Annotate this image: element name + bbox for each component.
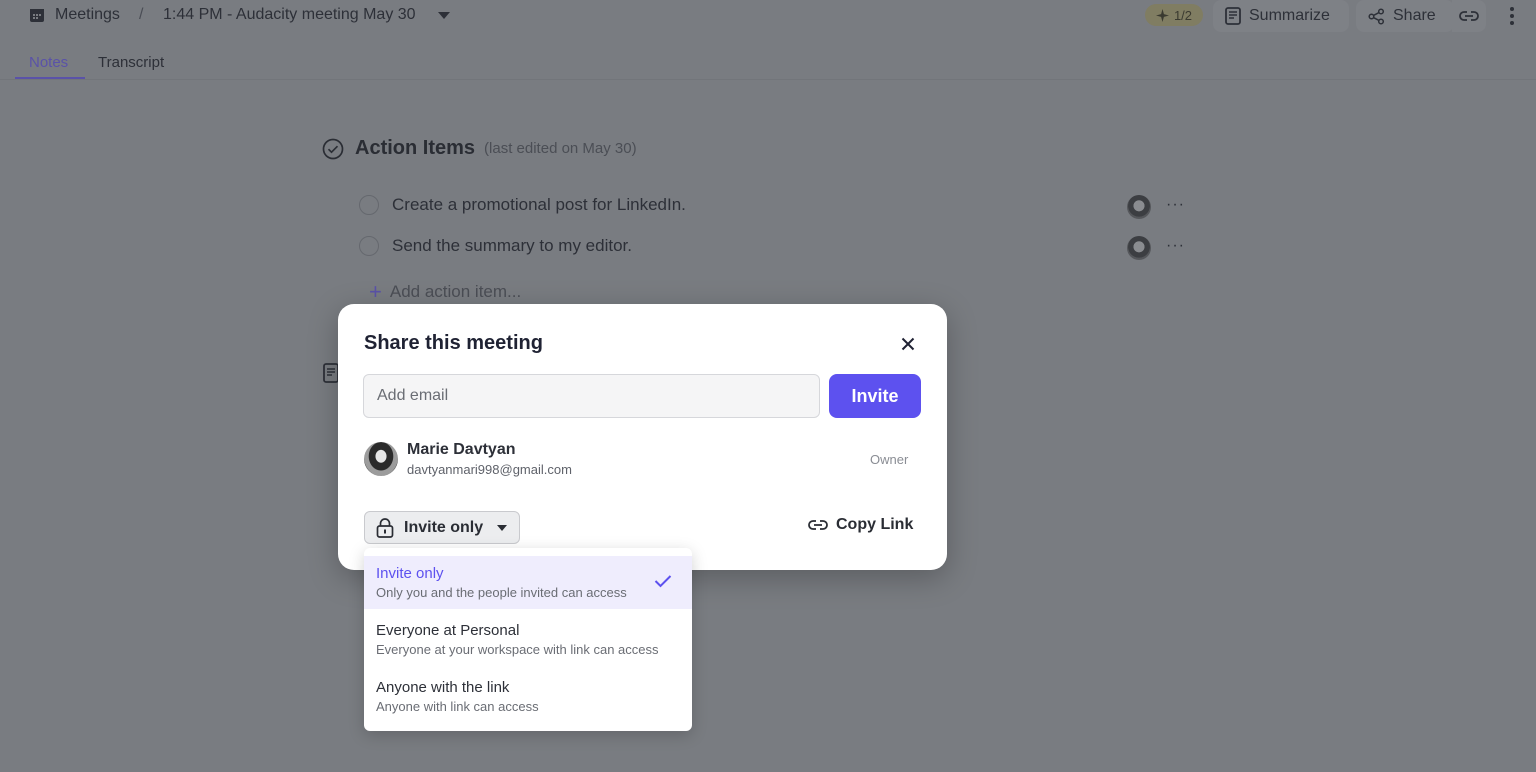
- tab-bar: Notes Transcript: [0, 50, 1536, 80]
- ai-credits-count: 1/2: [1173, 7, 1193, 23]
- option-label: Invite only: [376, 565, 444, 582]
- notes-section-icon: [323, 363, 339, 383]
- member-role: Owner: [870, 452, 909, 467]
- action-item: Create a promotional post for LinkedIn.: [359, 195, 686, 215]
- checkmark-icon: [654, 575, 672, 588]
- modal-title: Share this meeting: [364, 332, 543, 354]
- share-label: Share: [1393, 7, 1436, 24]
- close-button[interactable]: [898, 334, 918, 354]
- document-icon: [1225, 7, 1241, 25]
- more-options-icon[interactable]: [1503, 5, 1521, 27]
- action-items-header: Action Items (last edited on May 30): [322, 137, 637, 160]
- copy-link-header-button[interactable]: [1452, 0, 1486, 32]
- invite-button[interactable]: Invite: [829, 374, 921, 418]
- sparkle-icon: [1155, 8, 1169, 22]
- close-icon: [901, 337, 915, 351]
- add-action-item-label: Add action item...: [389, 282, 522, 301]
- action-item: Send the summary to my editor.: [359, 236, 632, 256]
- member-email: davtyanmari998@gmail.com: [407, 462, 572, 477]
- lock-icon: [376, 517, 394, 538]
- action-items-title: Action Items: [355, 137, 476, 159]
- check-circle-icon: [322, 138, 344, 159]
- share-button[interactable]: Share: [1356, 0, 1454, 32]
- member-name: Marie Davtyan: [407, 441, 516, 458]
- link-icon: [1459, 11, 1479, 21]
- share-meeting-modal: Share this meeting Invite Marie Davtyan …: [338, 304, 947, 570]
- option-description: Everyone at your workspace with link can…: [376, 642, 659, 657]
- breadcrumb-meetings[interactable]: Meetings: [55, 6, 120, 24]
- action-item-text[interactable]: Send the summary to my editor.: [392, 236, 632, 256]
- top-bar: Meetings / 1:44 PM - Audacity meeting Ma…: [0, 0, 1536, 32]
- calendar-icon: [30, 9, 44, 22]
- summarize-label: Summarize: [1249, 7, 1330, 24]
- add-action-item-button[interactable]: + Add action item...: [369, 279, 521, 305]
- assignee-avatar[interactable]: [1127, 195, 1151, 219]
- action-items-subtitle: (last edited on May 30): [484, 140, 637, 157]
- access-level-label: Invite only: [404, 518, 484, 536]
- link-icon: [808, 520, 828, 530]
- action-item-text[interactable]: Create a promotional post for LinkedIn.: [392, 195, 686, 215]
- ai-credits-badge[interactable]: 1/2: [1145, 4, 1203, 26]
- assignee-avatar[interactable]: [1127, 236, 1151, 260]
- tab-notes[interactable]: Notes: [29, 54, 68, 71]
- access-level-dropdown[interactable]: Invite only: [364, 511, 520, 544]
- caret-down-icon: [497, 524, 508, 531]
- member-avatar: [364, 442, 398, 476]
- option-label: Anyone with the link: [376, 679, 510, 696]
- breadcrumb-separator: /: [139, 6, 144, 23]
- access-option-everyone-at-personal[interactable]: Everyone at Personal Everyone at your wo…: [364, 613, 692, 666]
- option-description: Only you and the people invited can acce…: [376, 585, 627, 600]
- active-tab-indicator: [15, 77, 85, 79]
- action-item-checkbox[interactable]: [359, 236, 379, 256]
- plus-icon: +: [369, 279, 382, 304]
- action-item-more-icon[interactable]: ···: [1166, 196, 1185, 214]
- tab-transcript[interactable]: Transcript: [98, 54, 164, 71]
- share-icon: [1368, 7, 1385, 25]
- option-label: Everyone at Personal: [376, 622, 520, 639]
- access-option-invite-only[interactable]: Invite only Only you and the people invi…: [364, 556, 692, 609]
- option-description: Anyone with link can access: [376, 699, 539, 714]
- action-item-more-icon[interactable]: ···: [1166, 237, 1185, 255]
- access-option-anyone-with-link[interactable]: Anyone with the link Anyone with link ca…: [364, 670, 692, 723]
- copy-link-label: Copy Link: [836, 516, 914, 533]
- summarize-button[interactable]: Summarize: [1213, 0, 1349, 32]
- access-level-menu: Invite only Only you and the people invi…: [364, 548, 692, 731]
- action-item-checkbox[interactable]: [359, 195, 379, 215]
- copy-link-button[interactable]: Copy Link: [808, 516, 913, 534]
- caret-down-icon[interactable]: [438, 12, 450, 19]
- add-email-input[interactable]: [363, 374, 820, 418]
- meeting-title[interactable]: 1:44 PM - Audacity meeting May 30: [163, 6, 416, 24]
